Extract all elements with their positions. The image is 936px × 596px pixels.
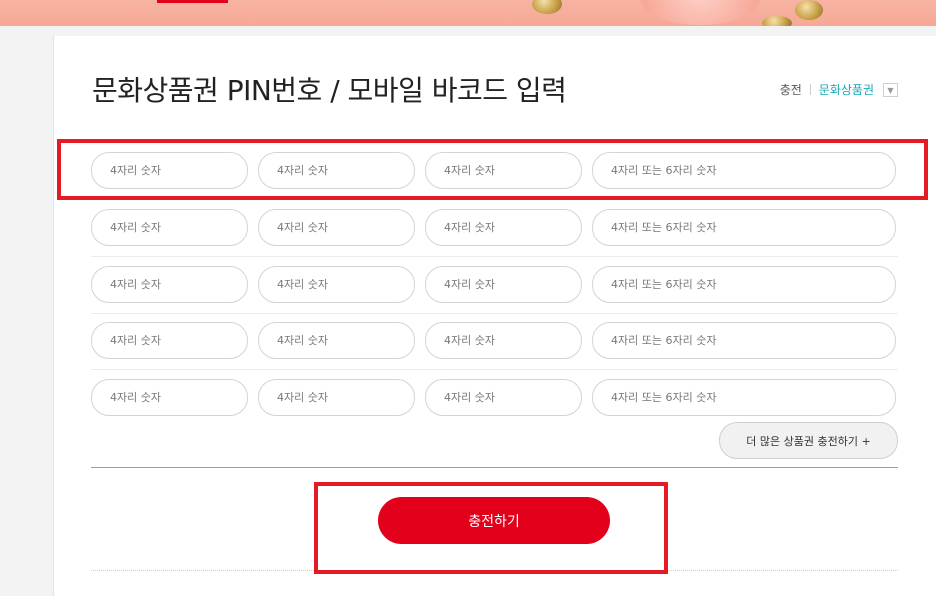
add-more-vouchers-button[interactable]: 더 많은 상품권 충전하기 + xyxy=(719,422,898,459)
coin-image xyxy=(532,0,562,14)
coin-image xyxy=(762,16,792,26)
pin-part-2-input[interactable] xyxy=(258,152,415,189)
content-card: 문화상품권 PIN번호 / 모바일 바코드 입력 충전 문화상품권 ▼ 4자리 … xyxy=(53,36,936,596)
pin-part-1-input[interactable] xyxy=(91,152,248,189)
pin-part-1-input[interactable] xyxy=(91,266,248,303)
pin-part-3-input[interactable] xyxy=(425,209,582,246)
pin-part-2-input[interactable] xyxy=(258,209,415,246)
pin-part-4-input[interactable] xyxy=(592,266,896,303)
piggy-bank-image xyxy=(640,0,760,25)
top-banner xyxy=(0,0,936,26)
breadcrumb-current[interactable]: 문화상품권 xyxy=(819,81,874,98)
section-divider xyxy=(91,467,898,468)
pin-part-3-input[interactable] xyxy=(425,266,582,303)
pin-part-3-input[interactable] xyxy=(425,379,582,416)
pin-part-4-input[interactable] xyxy=(592,152,896,189)
breadcrumb: 충전 문화상품권 ▼ xyxy=(780,81,898,98)
pin-part-3-input[interactable] xyxy=(425,152,582,189)
pin-part-2-input[interactable] xyxy=(258,266,415,303)
pin-row xyxy=(91,369,898,426)
pin-part-4-input[interactable] xyxy=(592,379,896,416)
pin-part-3-input[interactable] xyxy=(425,322,582,359)
pin-part-1-input[interactable] xyxy=(91,379,248,416)
breadcrumb-parent[interactable]: 충전 xyxy=(780,81,802,98)
pin-part-1-input[interactable] xyxy=(91,322,248,359)
pin-part-4-input[interactable] xyxy=(592,209,896,246)
chevron-down-icon[interactable]: ▼ xyxy=(883,82,898,97)
charge-button[interactable]: 충전하기 xyxy=(378,497,610,544)
page-title: 문화상품권 PIN번호 / 모바일 바코드 입력 xyxy=(92,74,567,107)
pin-row xyxy=(91,199,898,257)
pin-part-2-input[interactable] xyxy=(258,322,415,359)
pin-row xyxy=(91,256,898,314)
breadcrumb-divider xyxy=(809,84,811,95)
pin-part-1-input[interactable] xyxy=(91,209,248,246)
coin-image xyxy=(795,0,823,20)
active-menu-indicator xyxy=(157,0,228,3)
pin-row xyxy=(91,312,898,370)
pin-row xyxy=(91,142,898,200)
dotted-divider xyxy=(91,570,898,571)
pin-part-2-input[interactable] xyxy=(258,379,415,416)
pin-part-4-input[interactable] xyxy=(592,322,896,359)
